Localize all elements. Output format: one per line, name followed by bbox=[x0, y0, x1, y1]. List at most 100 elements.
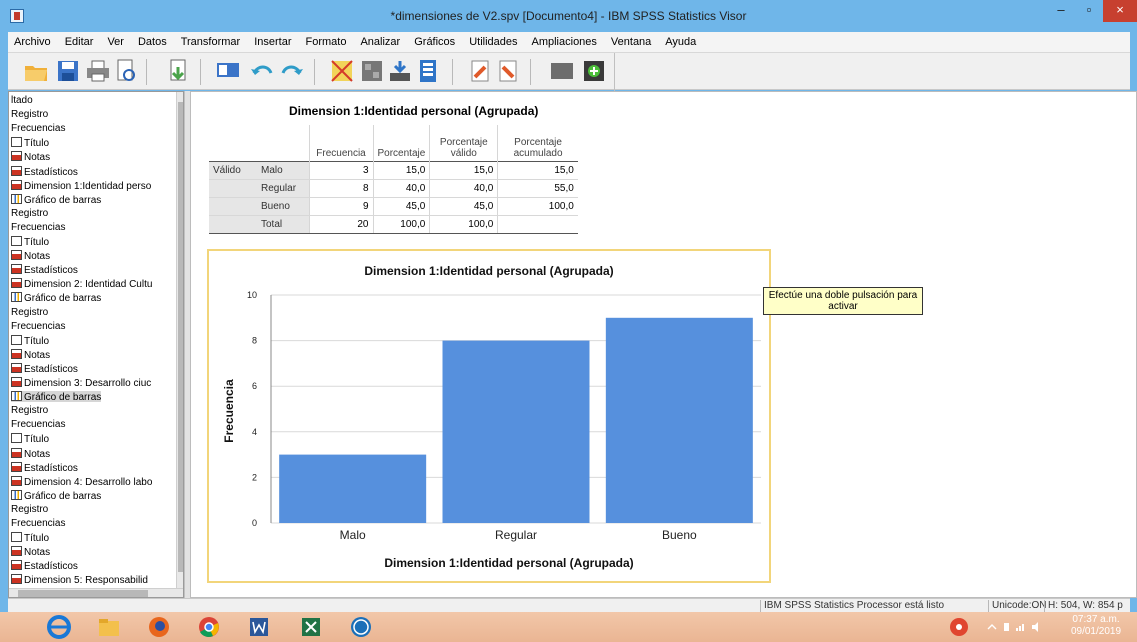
outline-item[interactable]: Estadísticos bbox=[11, 264, 78, 277]
status-dimensions: H: 504, W: 854 p bbox=[1044, 600, 1130, 612]
outline-item[interactable]: Registro bbox=[11, 405, 48, 416]
goto-data-icon[interactable] bbox=[214, 57, 242, 85]
undo-icon[interactable] bbox=[248, 57, 276, 85]
spss-icon[interactable] bbox=[348, 614, 374, 640]
taskbar: 07:37 a.m. 09/01/2019 bbox=[0, 612, 1137, 642]
outline-item-label: Registro bbox=[11, 503, 49, 515]
outline-item-label: Estadísticos bbox=[24, 265, 78, 277]
outline-item[interactable]: Notas bbox=[11, 447, 50, 460]
redo-icon[interactable] bbox=[278, 57, 306, 85]
outline-item[interactable]: Estadísticos bbox=[11, 461, 78, 474]
menu-ventana[interactable]: Ventana bbox=[611, 36, 651, 48]
outline-item[interactable]: Dimension 4: Desarrollo labo bbox=[11, 475, 152, 488]
outline-item[interactable]: Frecuencias bbox=[11, 123, 65, 134]
output-content-pane: Dimension 1:Identidad personal (Agrupada… bbox=[190, 91, 1137, 598]
outline-item[interactable]: Dimension 2: Identidad Cultu bbox=[11, 278, 152, 290]
outline-item[interactable]: Dimension 1:Identidad perso bbox=[11, 179, 152, 192]
table-node-icon bbox=[11, 250, 22, 261]
outline-item[interactable]: Título bbox=[11, 137, 49, 149]
outline-item[interactable]: Registro bbox=[11, 109, 48, 120]
outline-item[interactable]: Notas bbox=[11, 546, 50, 558]
outline-item[interactable]: Estadísticos bbox=[11, 165, 78, 178]
menu-insertar[interactable]: Insertar bbox=[254, 36, 291, 48]
outline-item[interactable]: Frecuencias bbox=[11, 321, 65, 332]
menu-ayuda[interactable]: Ayuda bbox=[665, 36, 696, 48]
maximize-button[interactable]: ▫ bbox=[1075, 0, 1103, 22]
outline-item[interactable]: Registro bbox=[11, 504, 48, 515]
outline-item[interactable]: Notas bbox=[11, 250, 50, 262]
outline-item[interactable]: Frecuencias bbox=[11, 222, 65, 233]
demote-icon[interactable] bbox=[494, 57, 522, 85]
row-category: Regular bbox=[257, 179, 309, 198]
scrollbar-thumb[interactable] bbox=[18, 590, 148, 597]
save-icon[interactable] bbox=[54, 57, 82, 85]
menu-archivo[interactable]: Archivo bbox=[14, 36, 51, 48]
outline-item[interactable]: ltado bbox=[11, 95, 33, 106]
outline-item[interactable]: Dimension 3: Desarrollo ciuc bbox=[11, 377, 151, 389]
excel-icon[interactable] bbox=[298, 614, 324, 640]
designate-window-icon[interactable] bbox=[386, 57, 414, 85]
close-button[interactable]: × bbox=[1103, 0, 1137, 22]
ie-icon[interactable] bbox=[46, 614, 72, 640]
outline-item[interactable]: Título bbox=[11, 236, 49, 248]
toolbar-separator bbox=[146, 59, 147, 85]
export-icon[interactable] bbox=[164, 57, 192, 85]
goto-case-icon[interactable] bbox=[328, 57, 356, 85]
open-folder-icon[interactable] bbox=[22, 57, 50, 85]
outline-item[interactable]: Frecuencias bbox=[11, 419, 65, 430]
outline-item[interactable]: Registro bbox=[11, 208, 48, 219]
outline-item[interactable]: Estadísticos bbox=[11, 362, 78, 375]
variables-icon[interactable] bbox=[358, 57, 386, 85]
chrome-icon[interactable] bbox=[196, 614, 222, 640]
outline-item[interactable]: Título bbox=[11, 433, 49, 445]
outline-item[interactable]: Notas bbox=[11, 151, 50, 163]
outline-item[interactable]: Estadísticos bbox=[11, 560, 78, 572]
menu-editar[interactable]: Editar bbox=[65, 36, 94, 48]
outline-item[interactable]: Frecuencias bbox=[11, 518, 65, 529]
outline-vertical-scrollbar[interactable] bbox=[176, 92, 183, 588]
menu-formato[interactable]: Formato bbox=[306, 36, 347, 48]
outline-item[interactable]: Gráfico de barras bbox=[11, 292, 101, 304]
cell-acumulado: 55,0 bbox=[497, 179, 578, 198]
bar-chart-frame[interactable]: 0 2 4 6 8 10 Malo Regular Bueno Dimension 1:Ident… bbox=[207, 249, 771, 583]
outline-item[interactable]: Título bbox=[11, 532, 49, 544]
notification-badge-icon[interactable] bbox=[946, 614, 972, 640]
header-acum-line1: Porcentaje bbox=[514, 136, 562, 148]
toolbar-separator bbox=[200, 59, 201, 85]
outline-item[interactable]: Gráfico de barras bbox=[11, 489, 101, 502]
clock-time: 07:37 a.m. bbox=[1072, 614, 1120, 625]
collapse-icon[interactable] bbox=[548, 57, 576, 85]
promote-icon[interactable] bbox=[466, 57, 494, 85]
outline-item[interactable]: Gráfico de barras bbox=[11, 193, 101, 206]
title-node-icon bbox=[11, 334, 22, 345]
split-icon[interactable] bbox=[414, 57, 442, 85]
menu-ver[interactable]: Ver bbox=[107, 36, 124, 48]
outline-item[interactable]: Notas bbox=[11, 348, 50, 361]
word-icon[interactable] bbox=[246, 614, 272, 640]
bar bbox=[279, 454, 427, 523]
menu-analizar[interactable]: Analizar bbox=[360, 36, 400, 48]
outline-item[interactable]: Título bbox=[11, 334, 49, 347]
print-icon[interactable] bbox=[84, 57, 112, 85]
file-explorer-icon[interactable] bbox=[96, 614, 122, 640]
expand-icon[interactable] bbox=[580, 57, 608, 85]
outline-item[interactable]: Dimension 5: Responsabilid bbox=[11, 574, 148, 586]
outline-item-label: Dimension 1:Identidad perso bbox=[24, 180, 152, 192]
cell-porcentaje: 45,0 bbox=[372, 197, 430, 216]
firefox-icon[interactable] bbox=[146, 614, 172, 640]
menu-transformar[interactable]: Transformar bbox=[181, 36, 241, 48]
outline-item-label: ltado bbox=[11, 95, 33, 106]
menu-utilidades[interactable]: Utilidades bbox=[469, 36, 517, 48]
system-tray-icons[interactable] bbox=[986, 621, 1046, 633]
print-preview-icon[interactable] bbox=[112, 57, 140, 85]
menu-datos[interactable]: Datos bbox=[138, 36, 167, 48]
cell-acumulado bbox=[497, 215, 578, 234]
taskbar-clock[interactable]: 07:37 a.m. 09/01/2019 bbox=[1058, 614, 1134, 638]
outline-item[interactable]: Gráfico de barras bbox=[11, 391, 102, 403]
outline-item[interactable]: Registro bbox=[11, 307, 48, 318]
outline-horizontal-scrollbar[interactable] bbox=[9, 588, 183, 597]
menu-ampliaciones[interactable]: Ampliaciones bbox=[532, 36, 597, 48]
minimize-button[interactable]: – bbox=[1047, 0, 1075, 22]
tooltip-line1: Efectúe una doble pulsación para bbox=[768, 290, 918, 301]
menu-graficos[interactable]: Gráficos bbox=[414, 36, 455, 48]
